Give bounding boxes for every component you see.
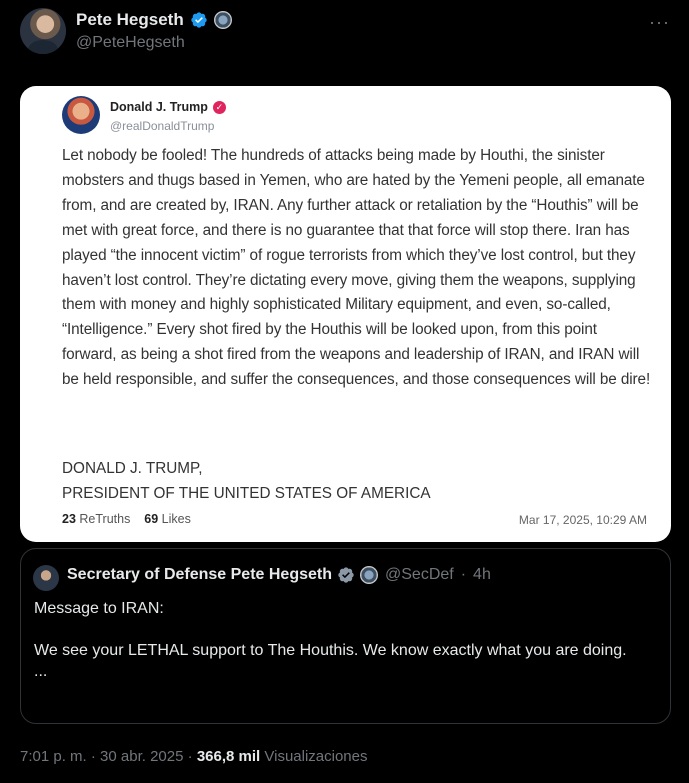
quoted-time[interactable]: 4h bbox=[473, 566, 491, 584]
quoted-line-2: We see your LETHAL support to The Houthi… bbox=[34, 642, 627, 659]
likes-count: 69 bbox=[144, 512, 159, 526]
quoted-line-3: ... bbox=[34, 663, 48, 680]
quoted-author-name[interactable]: Secretary of Defense Pete Hegseth bbox=[67, 566, 332, 584]
dod-seal-icon bbox=[360, 566, 378, 584]
author-name-row: Pete Hegseth bbox=[76, 10, 232, 30]
truth-signature: DONALD J. TRUMP, PRESIDENT OF THE UNITED… bbox=[62, 457, 431, 507]
quoted-tweet[interactable]: Secretary of Defense Pete Hegseth @SecDe… bbox=[20, 548, 671, 724]
avatar[interactable] bbox=[20, 8, 66, 54]
verified-badge-icon bbox=[338, 567, 354, 583]
retruths-label: ReTruths bbox=[79, 512, 131, 526]
truth-name-row: Donald J. Trump ✓ bbox=[110, 100, 226, 114]
post-date[interactable]: 30 abr. 2025 bbox=[100, 748, 183, 765]
media-image-truth-post[interactable]: Donald J. Trump ✓ @realDonaldTrump Let n… bbox=[20, 86, 671, 542]
quoted-separator: · bbox=[460, 566, 467, 583]
truth-verified-icon: ✓ bbox=[212, 100, 226, 114]
signature-line-1: DONALD J. TRUMP, bbox=[62, 460, 203, 477]
dod-seal-icon bbox=[213, 11, 232, 29]
truth-avatar bbox=[62, 96, 100, 134]
likes-label: Likes bbox=[161, 512, 191, 526]
views-label: Visualizaciones bbox=[264, 748, 368, 765]
truth-post-body: Let nobody be fooled! The hundreds of at… bbox=[62, 147, 651, 389]
author-handle[interactable]: @PeteHegseth bbox=[76, 34, 185, 52]
footer-separator: · bbox=[90, 748, 96, 765]
post-time[interactable]: 7:01 p. m. bbox=[20, 748, 87, 765]
more-options-icon[interactable]: ··· bbox=[649, 12, 670, 33]
quoted-line-1: Message to IRAN: bbox=[34, 600, 164, 617]
quoted-name-row: Secretary of Defense Pete Hegseth @SecDe… bbox=[67, 566, 491, 584]
signature-line-2: PRESIDENT OF THE UNITED STATES OF AMERIC… bbox=[62, 484, 431, 502]
verified-badge-icon[interactable] bbox=[190, 11, 208, 29]
footer-separator: · bbox=[187, 748, 193, 765]
quoted-text: Message to IRAN: We see your LETHAL supp… bbox=[34, 598, 654, 703]
truth-author-handle: @realDonaldTrump bbox=[110, 119, 215, 133]
quoted-handle[interactable]: @SecDef bbox=[385, 566, 454, 584]
quoted-avatar[interactable] bbox=[33, 565, 59, 591]
truth-stats: 23 ReTruths 69 Likes bbox=[62, 512, 191, 526]
truth-date: Mar 17, 2025, 10:29 AM bbox=[518, 513, 647, 527]
truth-author-name: Donald J. Trump bbox=[110, 100, 208, 114]
retruths-count: 23 bbox=[62, 512, 76, 526]
tweet-footer: 7:01 p. m. · 30 abr. 2025 · 366,8 mil Vi… bbox=[20, 748, 368, 765]
author-name[interactable]: Pete Hegseth bbox=[76, 10, 184, 30]
views-count: 366,8 mil bbox=[196, 748, 261, 765]
tweet-header: Pete Hegseth @PeteHegseth ··· bbox=[20, 6, 680, 58]
